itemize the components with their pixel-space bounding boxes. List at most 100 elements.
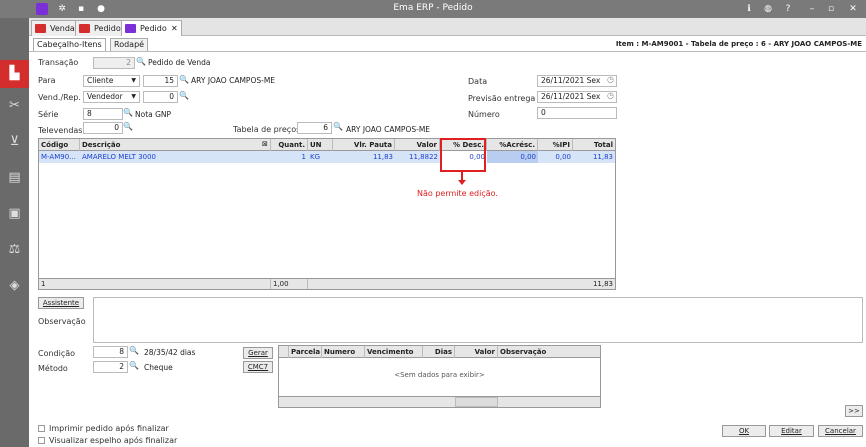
cell-total: 11,83	[592, 153, 613, 161]
serie-field[interactable]: 8	[83, 108, 123, 120]
imprimir-checkbox[interactable]	[38, 425, 45, 432]
globe-icon[interactable]: ◍	[762, 3, 774, 15]
previsao-field[interactable]: 26/11/2021 Sex	[537, 91, 617, 103]
data-field[interactable]: 26/11/2021 Sex	[537, 75, 617, 87]
cell-quant[interactable]: 1	[271, 151, 308, 163]
vend-field[interactable]: 0	[143, 91, 178, 103]
cell-ipi: 0,00	[555, 153, 571, 161]
vend-select-value: Vendedor	[87, 92, 123, 101]
col-total[interactable]: Total	[573, 139, 615, 151]
info-icon[interactable]: ℹ	[743, 3, 755, 15]
cell-valor[interactable]: 11,8822	[395, 151, 440, 163]
televendas-field[interactable]: 0	[83, 122, 123, 134]
items-grid[interactable]: Código Descrição ⊠ Quant. UN Vlr. Pauta …	[38, 138, 616, 290]
clock-icon[interactable]: ◷	[607, 91, 614, 100]
col-quant[interactable]: Quant.	[271, 139, 308, 151]
clock-icon[interactable]: ◷	[607, 75, 614, 84]
search-icon[interactable]: 🔍	[179, 75, 189, 84]
col-acresc[interactable]: %Acrésc.	[487, 139, 538, 151]
para-desc: ARY JOAO CAMPOS-ME	[191, 76, 276, 85]
editar-button[interactable]: Editar	[769, 425, 814, 437]
sidebar-box-icon[interactable]: ◈	[0, 272, 29, 300]
subtab-cabecalho[interactable]: Cabeçalho-Itens	[33, 38, 106, 51]
col-descricao[interactable]: Descrição	[80, 139, 271, 151]
sidebar-sales-icon[interactable]: ▙	[0, 60, 29, 88]
tabela-desc: ARY JOAO CAMPOS-ME	[346, 125, 431, 134]
col-parcela[interactable]: Parcela	[289, 346, 322, 358]
tab-pedido[interactable]: Pedido ✕	[121, 20, 182, 36]
col-valor[interactable]: Valor	[455, 346, 498, 358]
para-field[interactable]: 15	[143, 75, 178, 87]
filter-icon[interactable]: ⊠	[262, 140, 268, 148]
item-info: Item : M-AM9001 - Tabela de preço : 6 - …	[615, 40, 862, 48]
col-numero[interactable]: Numero	[322, 346, 365, 358]
search-icon[interactable]: 🔍	[129, 346, 139, 355]
search-icon[interactable]: 🔍	[129, 361, 139, 370]
search-icon[interactable]: 🔍	[123, 122, 133, 131]
col-valor[interactable]: Valor	[395, 139, 440, 151]
col-codigo[interactable]: Código	[39, 139, 80, 151]
search-icon[interactable]: 🔍	[123, 108, 133, 117]
para-select-value: Cliente	[87, 76, 114, 85]
cmc7-button[interactable]: CMC7	[243, 361, 273, 373]
sidebar-tools-icon[interactable]: ✂	[0, 92, 29, 120]
help-icon[interactable]: ?	[782, 3, 794, 15]
col-observacao[interactable]: Observação	[498, 346, 600, 358]
tabela-field[interactable]: 6	[297, 122, 332, 134]
sidebar-scale-icon[interactable]: ⚖	[0, 236, 29, 264]
gerar-button[interactable]: Gerar	[243, 347, 273, 359]
restore-icon[interactable]: ▫	[825, 3, 837, 15]
col-dias[interactable]: Dias	[423, 346, 455, 358]
parcelas-header: Parcela Numero Vencimento Dias Valor Obs…	[279, 346, 600, 358]
chevron-down-icon: ▼	[131, 93, 136, 100]
footer-quant: 1,00	[271, 279, 308, 289]
expand-button[interactable]: >>	[845, 405, 863, 417]
search-icon[interactable]: 🔍	[179, 91, 189, 100]
parcelas-grid[interactable]: Parcela Numero Vencimento Dias Valor Obs…	[278, 345, 601, 408]
arrow-down-icon	[458, 180, 466, 185]
sidebar-stock-icon[interactable]: ▤	[0, 164, 29, 192]
col-vlr-pauta[interactable]: Vlr. Pauta	[333, 139, 395, 151]
transacao-field[interactable]: 2	[93, 57, 135, 69]
table-row[interactable]: M-AM90... AMARELO MELT 3000 1 KG 11,83 1…	[39, 151, 615, 163]
cancelar-button[interactable]: Cancelar	[818, 425, 863, 437]
numero-field[interactable]: 0	[537, 107, 617, 119]
cell-descricao: AMARELO MELT 3000	[82, 153, 157, 161]
cell-vlr-pauta: 11,83	[372, 153, 393, 161]
ok-button[interactable]: OK	[722, 425, 766, 437]
para-select[interactable]: Cliente ▼	[83, 75, 140, 87]
grid-header: Código Descrição ⊠ Quant. UN Vlr. Pauta …	[39, 139, 615, 151]
cell-acresc[interactable]: 0,00	[487, 151, 538, 163]
minimize-icon[interactable]: –	[806, 3, 818, 15]
numero-label: Número	[468, 110, 500, 119]
serie-label: Série	[38, 110, 59, 119]
sales-icon	[35, 24, 46, 33]
close-tab-icon[interactable]: ✕	[171, 21, 178, 36]
observacao-field[interactable]	[93, 297, 863, 343]
vend-label: Vend./Rep.	[38, 93, 81, 102]
footer-total: 11,83	[592, 280, 613, 288]
close-icon[interactable]: ✕	[847, 3, 859, 15]
annotation-text: Não permite edição.	[417, 189, 498, 198]
observacao-label: Observação	[38, 317, 86, 326]
sidebar-cart-icon[interactable]: ⊻	[0, 128, 29, 156]
grid-footer: 1 1,00 11,83	[39, 278, 615, 289]
search-icon[interactable]: 🔍	[333, 122, 343, 131]
visualizar-label: Visualizar espelho após finalizar	[49, 436, 178, 445]
vend-select[interactable]: Vendedor ▼	[83, 91, 140, 103]
sidebar: ▙ ✂ ⊻ ▤ ▣ ⚖ ◈	[0, 18, 29, 447]
data-label: Data	[468, 77, 488, 86]
col-un[interactable]: UN	[308, 139, 333, 151]
col-ipi[interactable]: %IPI	[538, 139, 573, 151]
assistente-button[interactable]: Assistente	[38, 297, 84, 309]
orders-icon	[79, 24, 90, 33]
search-icon[interactable]: 🔍	[136, 57, 146, 66]
condicao-desc: 28/35/42 dias	[144, 348, 196, 357]
visualizar-checkbox[interactable]	[38, 437, 45, 444]
sidebar-finance-icon[interactable]: ▣	[0, 200, 29, 228]
condicao-field[interactable]: 8	[93, 346, 128, 358]
col-vencimento[interactable]: Vencimento	[365, 346, 423, 358]
tab-label: Pedido	[140, 24, 167, 33]
metodo-field[interactable]: 2	[93, 361, 128, 373]
subtab-rodape[interactable]: Rodapé	[110, 38, 149, 51]
